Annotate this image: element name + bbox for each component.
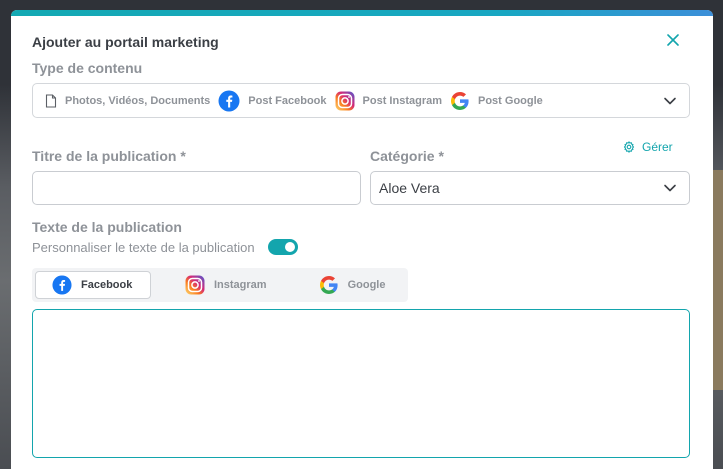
category-selected-value: Aloe Vera	[379, 180, 440, 196]
publication-title-label: Titre de la publication *	[32, 148, 186, 164]
tab-label: Google	[347, 279, 386, 291]
content-type-label: Type de contenu	[32, 60, 143, 76]
instagram-icon	[335, 91, 355, 111]
content-type-option-label: Post Facebook	[248, 94, 327, 107]
chevron-down-icon	[664, 97, 676, 104]
google-icon	[319, 275, 339, 295]
tab-facebook[interactable]: Facebook	[35, 271, 151, 299]
tab-google[interactable]: Google	[319, 271, 386, 299]
manage-categories-link[interactable]: Gérer	[623, 140, 673, 154]
tab-label: Instagram	[214, 279, 267, 291]
toggle-knob	[284, 242, 295, 252]
manage-label: Gérer	[642, 140, 673, 154]
customize-text-toggle[interactable]	[267, 239, 298, 255]
publication-title-input[interactable]	[32, 171, 361, 205]
gear-icon	[623, 141, 635, 153]
add-to-marketing-portal-modal: Ajouter au portail marketing Type de con…	[11, 10, 713, 469]
customize-text-label: Personnaliser le texte de la publication	[32, 239, 255, 255]
tab-label: Facebook	[81, 279, 133, 291]
content-type-option-label: Post Instagram	[362, 94, 442, 107]
instagram-icon	[185, 275, 205, 295]
google-icon	[450, 91, 470, 111]
document-icon	[45, 93, 57, 108]
content-type-select[interactable]: Photos, Vidéos, Documents Post Facebook …	[32, 83, 690, 118]
platform-tabs: Facebook Instagram Google	[32, 268, 408, 302]
content-type-option-label: Post Google	[478, 94, 543, 107]
publication-text-textarea[interactable]	[32, 309, 690, 458]
publication-text-label: Texte de la publication	[32, 219, 182, 235]
content-type-option-instagram: Post Instagram	[335, 91, 442, 111]
chevron-down-icon	[664, 184, 676, 192]
customize-text-row: Personnaliser le texte de la publication	[32, 239, 298, 255]
content-type-option-google: Post Google	[450, 91, 543, 111]
modal-accent-bar	[11, 10, 713, 16]
facebook-icon	[218, 90, 240, 112]
content-type-option-label: Photos, Vidéos, Documents	[65, 94, 211, 107]
close-button[interactable]	[665, 32, 681, 48]
modal-title: Ajouter au portail marketing	[32, 34, 219, 50]
content-type-option-facebook: Post Facebook	[218, 90, 327, 112]
category-label: Catégorie *	[370, 148, 444, 164]
facebook-icon	[52, 275, 72, 295]
tab-instagram[interactable]: Instagram	[185, 271, 267, 299]
close-icon	[667, 34, 679, 46]
category-select[interactable]: Aloe Vera	[370, 171, 690, 205]
content-type-option-documents: Photos, Vidéos, Documents	[45, 93, 211, 108]
